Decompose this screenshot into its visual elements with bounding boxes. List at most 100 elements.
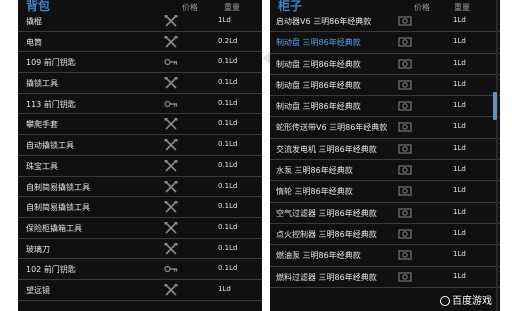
backpack-item-list: 撬棍 1Ld 电筒 0.2Ld 109 前门钥匙 0.1Ld 撬锁工具 0.1Ld 113 前门…	[18, 11, 262, 301]
backpack-item-row[interactable]: 电筒 0.2Ld	[18, 32, 262, 53]
item-name: 交流发电机 三明86年经典款	[276, 144, 377, 154]
item-weight: 0.1Ld	[218, 181, 238, 190]
item-weight: 1Ld	[453, 143, 466, 152]
item-name: 制动盘 三明86年经典款	[276, 80, 361, 90]
cabinet-item-row[interactable]: 制动盘 三明86年经典款 1Ld	[270, 32, 500, 54]
item-weight: 0.1Ld	[218, 264, 238, 273]
cabinet-item-row[interactable]: 空气过滤器 三明86年经典款 1Ld	[270, 203, 500, 224]
item-weight: 1Ld	[453, 16, 466, 24]
watermark: 百度游戏	[440, 292, 492, 307]
item-name: 102 前门钥匙	[26, 265, 76, 275]
part-icon	[398, 164, 412, 176]
part-icon	[398, 100, 412, 112]
watermark-text: 百度游戏	[452, 296, 492, 307]
cabinet-item-row[interactable]: 点火控制器 三明86年经典款 1Ld	[270, 224, 500, 246]
item-name: 望远镜	[26, 285, 50, 295]
item-weight: 0.1Ld	[218, 98, 238, 107]
item-weight: 0.1Ld	[218, 57, 238, 66]
key-icon	[164, 56, 178, 68]
tools-icon	[164, 15, 178, 27]
item-weight: 0.1Ld	[218, 160, 238, 169]
item-name: 玻璃刀	[26, 244, 50, 254]
backpack-item-row[interactable]: 望远镜 1Ld	[18, 280, 262, 301]
game-inventory-screen: 背包 价格 重量 撬棍 1Ld 电筒 0.2Ld 109 前门钥匙 0.1Ld 撬锁工具 0.…	[0, 0, 512, 311]
backpack-item-row[interactable]: 自制简易撬锁工具 0.1Ld	[18, 177, 262, 198]
cabinet-item-row[interactable]: 燃料过滤器 三明86年经典款 1Ld	[270, 267, 500, 288]
part-icon	[398, 249, 412, 261]
part-icon	[398, 271, 412, 283]
item-weight: 0.2Ld	[218, 36, 238, 45]
tools-icon	[164, 77, 178, 89]
tools-icon	[164, 201, 178, 213]
item-weight: 0.1Ld	[218, 78, 238, 87]
cabinet-scrollbar-track[interactable]	[496, 0, 498, 311]
item-weight: 1Ld	[453, 37, 466, 46]
item-weight: 1Ld	[453, 122, 466, 131]
part-icon	[398, 228, 412, 240]
backpack-item-row[interactable]: 109 前门钥匙 0.1Ld	[18, 52, 262, 74]
item-name: 水泵 三明86年经典款	[276, 166, 353, 176]
part-icon	[398, 207, 412, 219]
cabinet-scrollbar-thumb[interactable]	[493, 92, 497, 120]
item-weight: 1Ld	[218, 16, 231, 24]
item-name: 制动盘 三明86年经典款	[276, 59, 361, 69]
backpack-item-row[interactable]: 113 前门钥匙 0.1Ld	[18, 94, 262, 115]
backpack-item-row[interactable]: 自制简易撬锁工具 0.1Ld	[18, 197, 262, 218]
part-icon	[398, 185, 412, 197]
item-name: 113 前门钥匙	[26, 99, 76, 109]
tools-icon	[164, 283, 178, 296]
cabinet-item-row[interactable]: 制动盘 三明86年经典款 1Ld	[270, 75, 500, 97]
backpack-item-row[interactable]: 保险柜撬箱工具 0.1Ld	[18, 218, 262, 239]
cabinet-item-row[interactable]: 水泵 三明86年经典款 1Ld	[270, 160, 500, 182]
tools-icon	[164, 221, 178, 234]
item-name: 珠宝工具	[26, 161, 58, 171]
item-weight: 0.1Ld	[218, 222, 238, 231]
part-icon	[398, 58, 412, 70]
item-name: 空气过滤器 三明86年经典款	[276, 208, 377, 218]
cabinet-panel: 柜子 价格 重量 启动器V6 三明86年经典款 1Ld 制动盘 三明86年经典款 1L…	[270, 0, 500, 311]
item-weight: 1Ld	[453, 228, 466, 237]
item-name: 制动盘 三明86年经典款	[276, 38, 361, 48]
backpack-panel: 背包 价格 重量 撬棍 1Ld 电筒 0.2Ld 109 前门钥匙 0.1Ld 撬锁工具 0.…	[18, 0, 262, 311]
tools-icon	[164, 139, 178, 151]
tools-icon	[164, 242, 178, 255]
backpack-item-row[interactable]: 自动撬锁工具 0.1Ld	[18, 135, 262, 156]
tools-icon	[164, 35, 178, 48]
item-name: 自动撬锁工具	[26, 141, 74, 151]
backpack-item-row[interactable]: 撬锁工具 0.1Ld	[18, 73, 262, 94]
part-icon	[398, 143, 412, 155]
backpack-item-row[interactable]: 攀爬手套 0.1Ld	[18, 114, 262, 136]
cabinet-item-row[interactable]: 制动盘 三明86年经典款 1Ld	[270, 54, 500, 75]
item-weight: 0.1Ld	[218, 119, 238, 128]
item-weight: 0.1Ld	[218, 243, 238, 252]
item-weight: 1Ld	[453, 165, 466, 174]
backpack-item-row[interactable]: 102 前门钥匙 0.1Ld	[18, 259, 262, 280]
tools-icon	[164, 159, 178, 172]
cabinet-item-row[interactable]: 制动盘 三明86年经典款 1Ld	[270, 96, 500, 118]
cabinet-item-row[interactable]: 惰轮 三明86年经典款 1Ld	[270, 181, 500, 203]
item-name: 自制简易撬锁工具	[26, 203, 90, 213]
item-weight: 0.1Ld	[218, 202, 238, 211]
transfer-arrow-icon	[262, 52, 270, 64]
item-name: 燃料过滤器 三明86年经典款	[276, 272, 377, 282]
item-weight: 1Ld	[453, 250, 466, 259]
backpack-item-row[interactable]: 珠宝工具 0.1Ld	[18, 156, 262, 177]
item-name: 撬棍	[26, 17, 42, 26]
item-name: 攀爬手套	[26, 120, 58, 130]
item-weight: 1Ld	[453, 207, 466, 216]
item-name: 蛇形传送带V6 三明86年经典款	[276, 123, 388, 133]
cabinet-item-row[interactable]: 蛇形传送带V6 三明86年经典款 1Ld	[270, 117, 500, 139]
item-name: 109 前门钥匙	[26, 58, 76, 68]
item-name: 燃油泵 三明86年经典款	[276, 251, 361, 261]
item-weight: 0.1Ld	[218, 140, 238, 149]
key-icon	[164, 98, 178, 110]
cabinet-item-row[interactable]: 交流发电机 三明86年经典款 1Ld	[270, 139, 500, 161]
cabinet-item-row[interactable]: 燃油泵 三明86年经典款 1Ld	[270, 245, 500, 267]
cabinet-item-row[interactable]: 启动器V6 三明86年经典款 1Ld	[270, 11, 500, 33]
backpack-item-row[interactable]: 撬棍 1Ld	[18, 11, 262, 32]
backpack-item-row[interactable]: 玻璃刀 0.1Ld	[18, 239, 262, 260]
item-name: 惰轮 三明86年经典款	[276, 187, 353, 197]
item-weight: 1Ld	[453, 186, 466, 195]
part-icon	[398, 36, 412, 48]
item-name: 撬锁工具	[26, 79, 58, 89]
